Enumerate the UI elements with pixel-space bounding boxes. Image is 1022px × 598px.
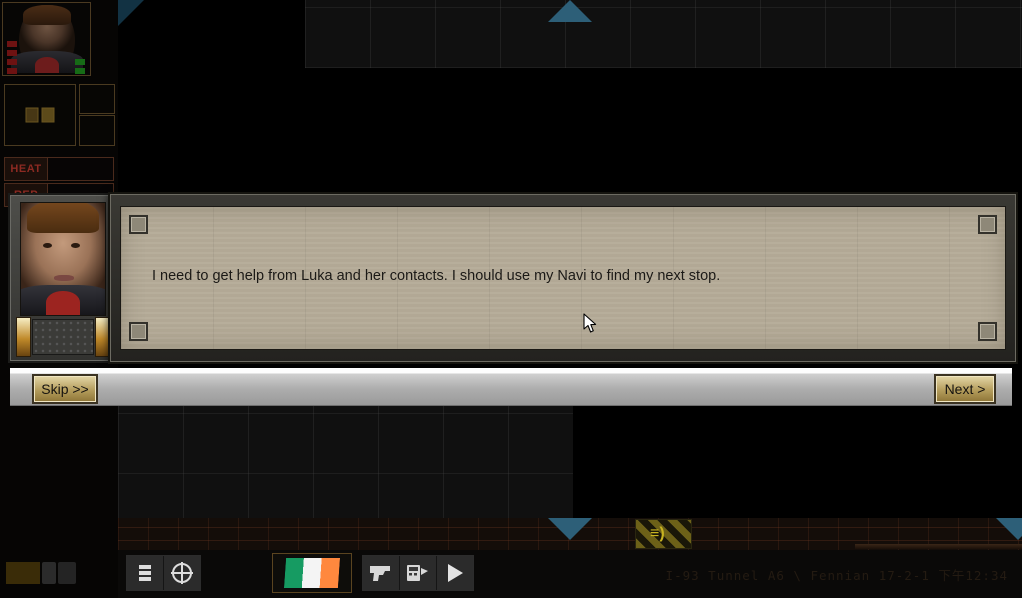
toolbar-group-left: [126, 555, 201, 591]
waypoint-marker-up: [548, 0, 592, 22]
dark-room-lower: [573, 412, 1022, 504]
ammo-segment-dark: [42, 562, 56, 584]
ammo-indicator: [6, 562, 86, 584]
player-portrait[interactable]: [2, 2, 91, 76]
health-bar-segment: [7, 50, 17, 56]
secondary-slot-bottom[interactable]: [79, 115, 115, 146]
heat-meter: HEAT: [4, 157, 114, 181]
health-bar-segment: [7, 68, 17, 74]
crosshair-icon: [171, 562, 193, 584]
screw-top-left: [129, 215, 148, 234]
speaker-portrait-image: [20, 202, 106, 316]
dark-room-upper: [118, 68, 626, 186]
health-bar-segment: [7, 59, 17, 65]
dialog-button-bar: Skip >> Next >: [10, 368, 1012, 406]
floor-tiles-left: [118, 404, 573, 534]
target-button[interactable]: [164, 556, 200, 590]
speaker-grille: [32, 319, 94, 355]
next-button[interactable]: Next >: [934, 374, 996, 404]
dialog-panel: I need to get help from Luka and her con…: [108, 192, 1018, 364]
ammo-segment-gold: [6, 562, 40, 584]
heat-meter-label: HEAT: [5, 158, 48, 180]
hazard-sign-glyph: ≡): [650, 525, 665, 542]
skip-button[interactable]: Skip >>: [32, 374, 98, 404]
flag-icon: [282, 557, 342, 589]
speaker-indicator-left: [16, 317, 31, 357]
game-screen: ≡) HEAT I need to get help from Luka and…: [0, 0, 1022, 598]
speaker-eye-right: [71, 243, 80, 248]
secondary-slot-top[interactable]: [79, 84, 115, 114]
heat-meter-track: [48, 158, 113, 180]
scanner-button[interactable]: [400, 556, 437, 590]
stamina-bar-segment: [75, 68, 85, 74]
play-icon: [448, 564, 463, 582]
hud-sidebar: HEAT REP: [0, 0, 118, 598]
waypoint-marker-down-right: [996, 518, 1022, 540]
location-status-bar: I-93 Tunnel A6 \ Fennian 17-2-1 下午12:34: [665, 568, 1008, 583]
wall-ledge: [855, 544, 1022, 549]
toolbar-group-right: [362, 555, 474, 591]
speaker-eye-left: [43, 243, 52, 248]
waypoint-marker-corner: [118, 0, 144, 26]
player-portrait-shirt: [34, 57, 59, 73]
bottom-toolbar: I-93 Tunnel A6 \ Fennian 17-2-1 下午12:34: [118, 550, 1022, 598]
floor-tiles-upper: [305, 0, 1022, 68]
scanner-icon: [407, 565, 428, 581]
ammo-segment-dark2: [58, 562, 76, 584]
item-icon-part-b: [41, 107, 55, 123]
pistol-icon: [370, 566, 390, 581]
equipped-item-icon: [25, 107, 55, 123]
screw-bottom-right: [978, 322, 997, 341]
hazard-sign: ≡): [635, 519, 692, 549]
speaker-shirt: [46, 291, 80, 315]
speaker-hair: [27, 203, 99, 233]
weapon-button[interactable]: [363, 556, 400, 590]
health-bar-segment: [7, 41, 17, 47]
primary-item-slot[interactable]: [4, 84, 76, 146]
dialog-speaker-portrait: [8, 193, 116, 363]
item-icon-part-a: [25, 107, 39, 123]
dialog-text: I need to get help from Luka and her con…: [152, 268, 721, 284]
screw-bottom-left: [129, 322, 148, 341]
screw-top-right: [978, 215, 997, 234]
faction-flag-button[interactable]: [272, 553, 352, 593]
stamina-bar-segment: [75, 59, 85, 65]
menu-icon: [139, 565, 151, 581]
end-turn-button[interactable]: [437, 556, 473, 590]
player-portrait-hair: [22, 5, 71, 25]
mouse-cursor: [583, 313, 597, 333]
menu-button[interactable]: [127, 556, 164, 590]
waypoint-marker-down: [548, 518, 592, 540]
player-portrait-face: [10, 5, 83, 73]
speaker-mouth: [54, 275, 74, 281]
